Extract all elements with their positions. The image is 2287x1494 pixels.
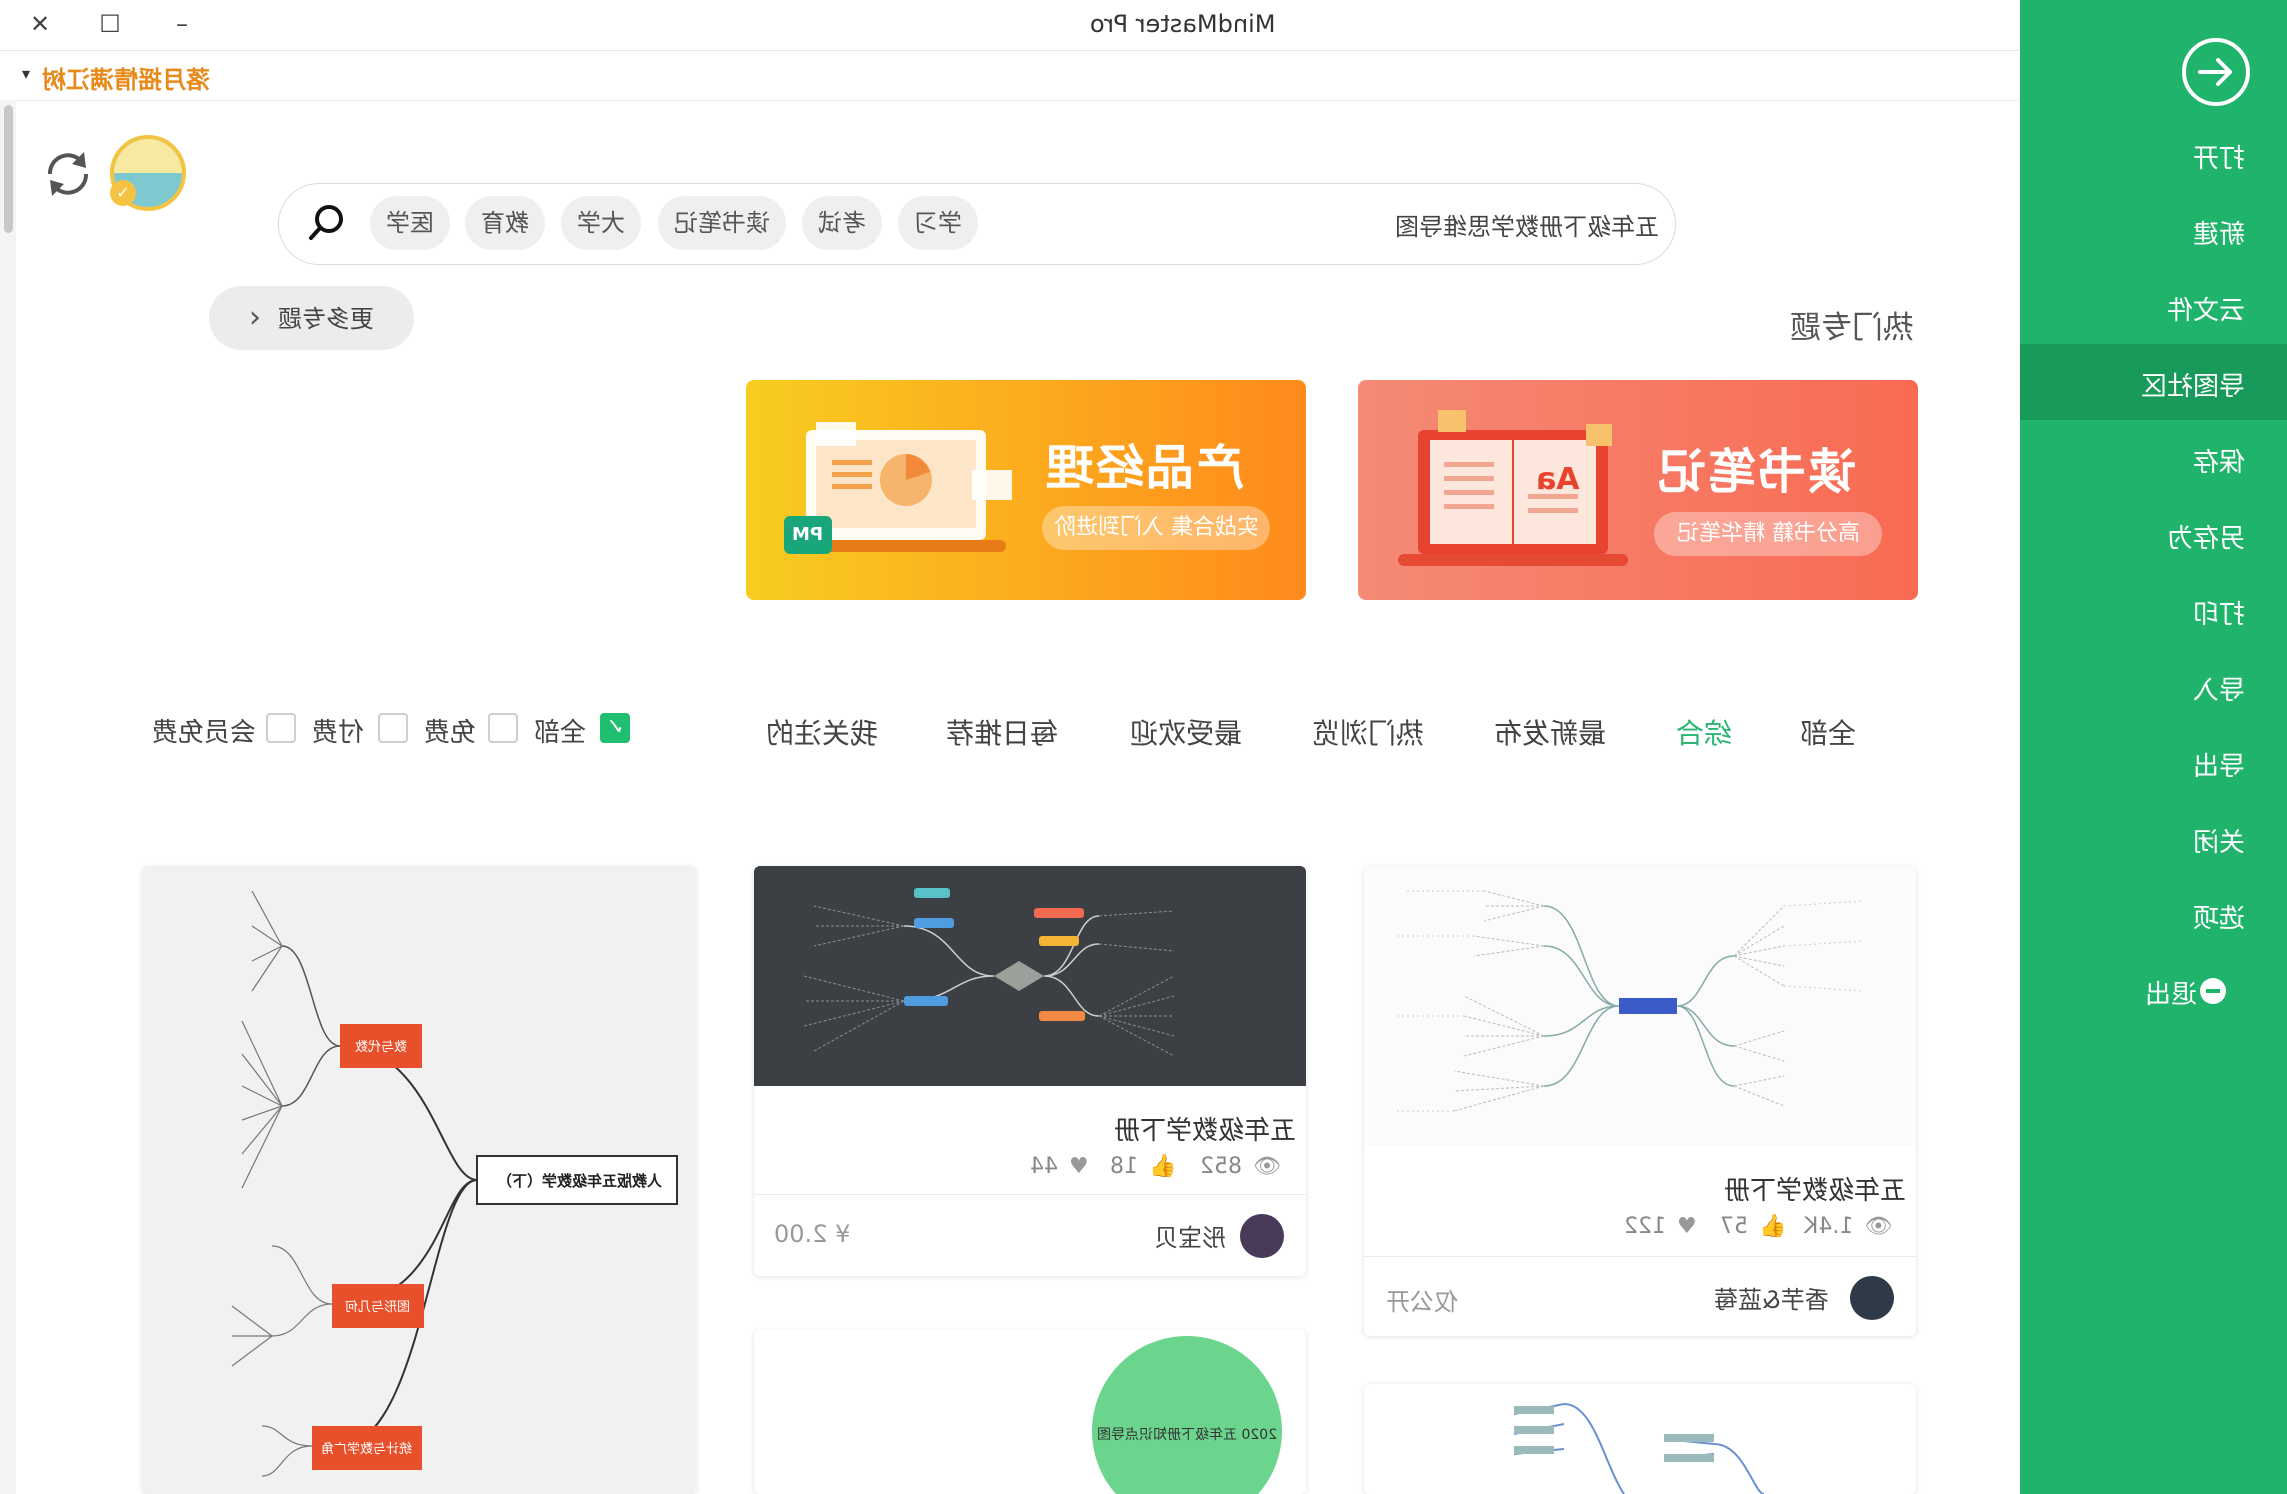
search-tag[interactable]: 大学 [561, 196, 641, 250]
search-input-text[interactable]: 五年级下册数学思维导图 [1395, 207, 1659, 242]
mindmap-center-node: 人教版五年级数学（下） [497, 1172, 663, 1190]
filter-checkbox-free[interactable] [488, 713, 518, 743]
filter-checkbox-all[interactable]: ✓ [600, 713, 630, 743]
filter-label[interactable]: 免费 [424, 712, 476, 749]
mindmap-node: 图形与几何 [345, 1300, 411, 1315]
close-window-button[interactable]: ✕ [22, 8, 58, 40]
tab-following[interactable]: 我关注的 [766, 712, 878, 752]
pm-badge-icon: PM [784, 516, 832, 554]
mindmap-thumbnail [754, 866, 1306, 1086]
card-views: 852 👁 [1200, 1154, 1281, 1179]
sidebar-item-close[interactable]: 关闭 [2020, 800, 2287, 876]
card-title: 五年级数学下册 [1724, 1176, 1907, 1206]
scrollbar-track[interactable] [0, 100, 16, 1494]
filter-checkbox-paid[interactable] [378, 713, 408, 743]
eye-icon: 👁 [1253, 1154, 1281, 1179]
filter-label[interactable]: 付费 [312, 712, 364, 749]
section-heading: 热门专题 [1790, 310, 1914, 346]
user-dropdown-caret-icon[interactable]: ▾ [22, 64, 30, 83]
tab-general[interactable]: 综合 [1676, 712, 1732, 752]
eye-icon: 👁 [1864, 1214, 1893, 1239]
mindmap-card[interactable]: 五年级数学下册 122 ♥ 57 👍 1.4K 👁 仅公开 香芋&蓝莓 [1364, 866, 1916, 1336]
sidebar-item-save-as[interactable]: 另存为 [2020, 496, 2287, 572]
heart-icon: ♥ [1069, 1154, 1089, 1179]
aa-text-icon: Aa [1536, 462, 1580, 497]
card-stats: 44 ♥ [1030, 1154, 1089, 1179]
mindmap-card[interactable]: 人教版五年级数学（下） 数与代数 图形与几何 统计与数学广角 [142, 866, 696, 1494]
tab-latest[interactable]: 最新发布 [1494, 712, 1606, 752]
mindmap-card[interactable]: 2020 五年级下册知识点导图 [754, 1330, 1306, 1494]
scrollbar-thumb[interactable] [4, 105, 13, 233]
sidebar-item-import[interactable]: 导入 [2020, 648, 2287, 724]
thumb-icon: 👍 [1149, 1154, 1177, 1179]
minimize-window-button[interactable]: – [164, 8, 200, 40]
heart-icon: ♥ [1677, 1214, 1697, 1239]
window-title: MindMaster Pro [1090, 10, 1276, 38]
card-views: 1.4K 👁 [1804, 1214, 1893, 1239]
topic-banner-product-manager[interactable]: PM 产品经理 实战合集 入门到进阶 [746, 380, 1306, 600]
filter-label[interactable]: 全部 [534, 712, 586, 749]
card-price: 仅公开 [1386, 1288, 1458, 1316]
tab-hot-views[interactable]: 热门浏览 [1312, 712, 1424, 752]
card-price: ¥ 2.00 [774, 1220, 851, 1248]
search-tag[interactable]: 学习 [898, 196, 978, 250]
title-bar [0, 0, 2020, 51]
sidebar-item-export[interactable]: 导出 [2020, 724, 2287, 800]
mindmap-circle-node [1092, 1336, 1282, 1494]
user-name-dropdown[interactable]: 落月摇情满江树 [42, 60, 210, 95]
sidebar-item-cloud-files[interactable]: 云文件 [2020, 268, 2287, 344]
card-author[interactable]: 彤宝贝 [1154, 1218, 1226, 1253]
search-tag[interactable]: 考试 [802, 196, 882, 250]
banner-subtitle: 高分书籍 精华笔记 [1654, 512, 1882, 556]
mindmap-node: 数与代数 [354, 1040, 407, 1055]
banner-title: 读书笔记 [1656, 444, 1857, 500]
favorites-count: 122 [1624, 1214, 1666, 1239]
sidebar-item-save[interactable]: 保存 [2020, 420, 2287, 496]
mindmap-node: 统计与数学广角 [321, 1442, 413, 1457]
sync-icon[interactable] [38, 144, 98, 204]
sidebar-item-open[interactable]: 打开 [2020, 116, 2287, 192]
banner-subtitle: 实战合集 入门到进阶 [1042, 506, 1270, 550]
more-topics-button[interactable]: ‹ 更多专题 [209, 286, 414, 350]
mindmap-card[interactable]: 五年级数学下册 44 ♥ 18 👍 852 👁 ¥ 2.00 彤宝贝 [754, 866, 1306, 1276]
author-avatar[interactable] [1850, 1276, 1894, 1320]
tab-most-popular[interactable]: 最受欢迎 [1130, 712, 1242, 752]
mindmap-circle-label: 2020 五年级下册知识点导图 [1096, 1427, 1278, 1443]
search-tag[interactable]: 教育 [465, 196, 545, 250]
search-icon[interactable] [305, 200, 349, 244]
vip-badge-icon: ✓ [110, 180, 136, 206]
card-title: 五年级数学下册 [1114, 1116, 1297, 1146]
card-divider [1364, 1256, 1916, 1257]
card-divider [754, 1194, 1306, 1195]
sidebar-item-new[interactable]: 新建 [2020, 192, 2287, 268]
open-icon[interactable] [2180, 36, 2252, 108]
search-tag[interactable]: 读书笔记 [658, 196, 786, 250]
topic-banner-reading-notes[interactable]: Aa 读书笔记 高分书籍 精华笔记 [1358, 380, 1918, 600]
card-author[interactable]: 香芋&蓝莓 [1714, 1280, 1829, 1315]
sidebar-item-community[interactable]: 导图社区 [2020, 344, 2287, 420]
card-likes: 57 👍 [1720, 1214, 1787, 1239]
mindmap-thumbnail [1364, 866, 1916, 1146]
filter-checkbox-member-free[interactable] [266, 713, 296, 743]
sidebar-item-print[interactable]: 打印 [2020, 572, 2287, 648]
user-bar [0, 52, 2020, 101]
maximize-window-button[interactable]: ☐ [92, 8, 128, 40]
thumb-icon: 👍 [1759, 1214, 1787, 1239]
tab-daily-recommend[interactable]: 每日推荐 [946, 712, 1058, 752]
search-tag[interactable]: 医学 [370, 196, 450, 250]
filter-label[interactable]: 会员免费 [152, 712, 256, 749]
sidebar-item-options[interactable]: 选项 [2020, 876, 2287, 952]
sidebar-item-exit[interactable]: 退出 [2020, 952, 2287, 1028]
author-avatar[interactable] [1240, 1214, 1284, 1258]
card-stats: 122 ♥ [1624, 1214, 1697, 1239]
chevron-left-icon: ‹ [248, 300, 261, 335]
banner-title: 产品经理 [1044, 440, 1245, 496]
card-likes: 18 👍 [1110, 1154, 1177, 1179]
favorites-count: 44 [1030, 1154, 1058, 1179]
exit-icon[interactable] [2200, 978, 2226, 1004]
tab-all[interactable]: 全部 [1800, 712, 1856, 752]
mindmap-card[interactable] [1364, 1384, 1916, 1494]
